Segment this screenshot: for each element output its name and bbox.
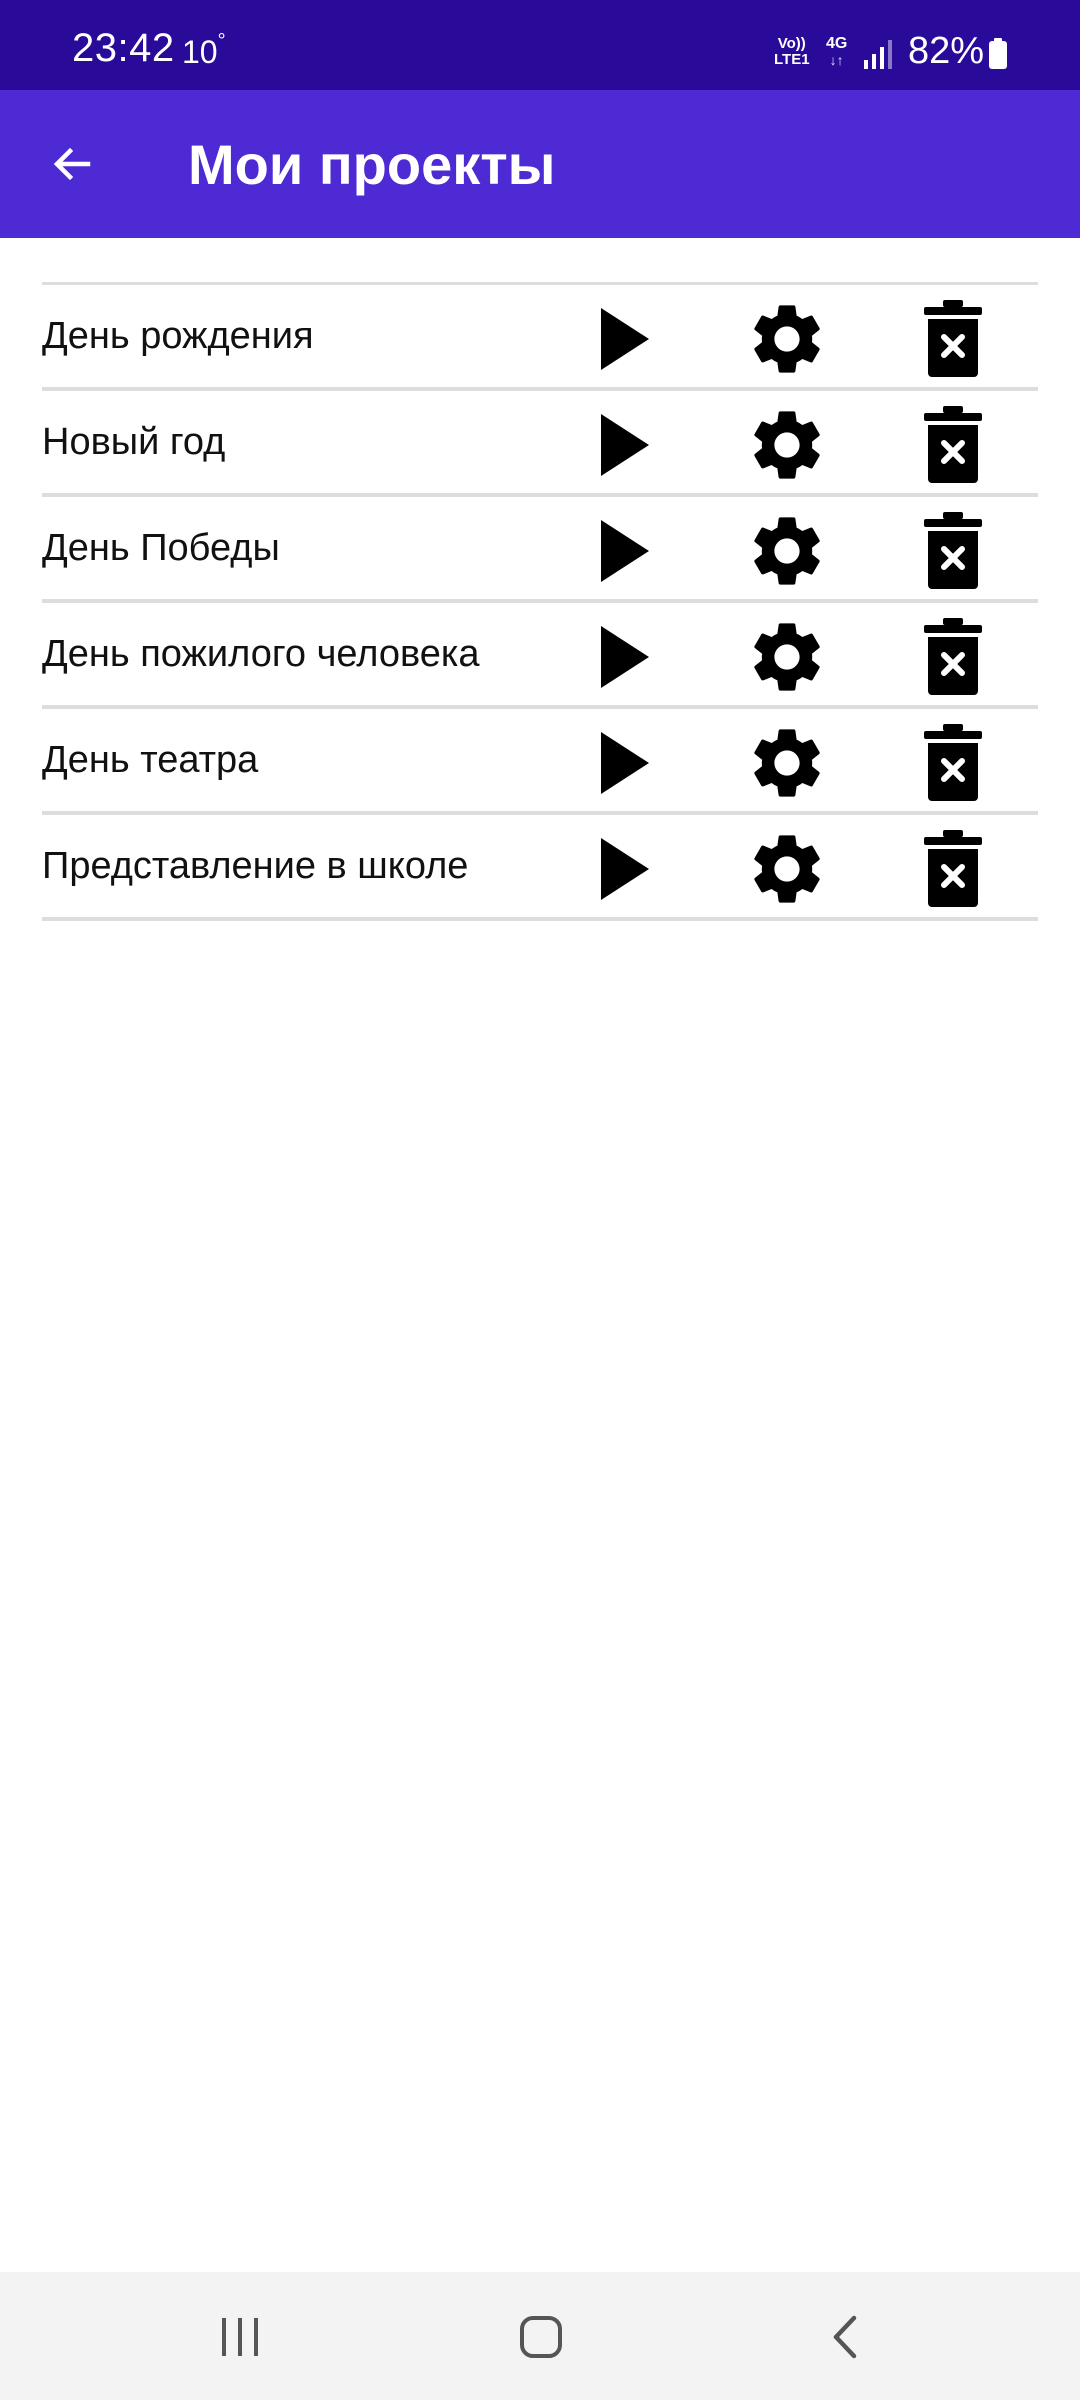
status-temperature: 10°	[182, 30, 226, 71]
list-item[interactable]: День рождения	[42, 285, 1038, 391]
delete-button[interactable]	[908, 615, 998, 699]
project-name: Новый год	[42, 421, 226, 463]
project-name: День рождения	[42, 315, 314, 357]
home-icon	[520, 2316, 562, 2358]
project-name: День театра	[42, 739, 259, 781]
gear-icon	[754, 623, 820, 691]
settings-button[interactable]	[742, 403, 832, 487]
volte-bottom-label: LTE1	[774, 51, 810, 68]
temperature-value: 10	[182, 34, 218, 70]
play-icon	[601, 732, 649, 794]
gear-icon	[754, 835, 820, 903]
back-icon	[833, 2315, 857, 2359]
play-icon	[601, 414, 649, 476]
gear-icon	[754, 517, 820, 585]
signal-strength-icon	[864, 40, 892, 69]
play-icon	[601, 520, 649, 582]
play-button[interactable]	[580, 403, 670, 487]
list-item[interactable]: Представление в школе	[42, 815, 1038, 921]
data-activity-arrows: ↓↑	[829, 52, 844, 68]
arrow-left-icon	[53, 147, 91, 181]
trash-delete-icon	[924, 618, 982, 695]
list-item[interactable]: День театра	[42, 709, 1038, 815]
trash-delete-icon	[924, 406, 982, 483]
settings-button[interactable]	[742, 297, 832, 381]
list-item[interactable]: Новый год	[42, 391, 1038, 497]
delete-button[interactable]	[908, 403, 998, 487]
settings-button[interactable]	[742, 721, 832, 805]
battery-icon	[989, 38, 1007, 69]
app-bar: Мои проекты	[0, 90, 1080, 238]
system-navigation-bar	[0, 2272, 1080, 2400]
status-bar: 23:42 10° Vo)) LTE1 4G ↓↑ 82%	[0, 0, 1080, 90]
delete-button[interactable]	[908, 827, 998, 911]
network-type-label: 4G	[826, 35, 848, 52]
recents-icon	[222, 2318, 258, 2356]
list-item[interactable]: День Победы	[42, 497, 1038, 603]
volte-indicator: Vo)) LTE1	[774, 36, 810, 68]
volte-top-label: Vo))	[777, 35, 806, 52]
project-name: День Победы	[42, 527, 280, 569]
page-title: Мои проекты	[188, 133, 556, 196]
delete-button[interactable]	[908, 509, 998, 593]
play-button[interactable]	[580, 721, 670, 805]
trash-delete-icon	[924, 512, 982, 589]
play-button[interactable]	[580, 297, 670, 381]
play-button[interactable]	[580, 827, 670, 911]
back-button[interactable]	[36, 128, 108, 200]
battery-percentage: 82%	[908, 30, 985, 72]
play-icon	[601, 308, 649, 370]
status-time: 23:42	[72, 26, 175, 70]
play-button[interactable]	[580, 615, 670, 699]
gear-icon	[754, 729, 820, 797]
system-back-button[interactable]	[800, 2302, 890, 2372]
settings-button[interactable]	[742, 615, 832, 699]
screen: 23:42 10° Vo)) LTE1 4G ↓↑ 82% Мои проект…	[0, 0, 1080, 2400]
degree-symbol: °	[217, 30, 226, 52]
delete-button[interactable]	[908, 721, 998, 805]
gear-icon	[754, 411, 820, 479]
list-item[interactable]: День пожилого человека	[42, 603, 1038, 709]
trash-delete-icon	[924, 724, 982, 801]
project-list: День рождения Новый год День Победы День…	[42, 282, 1038, 921]
trash-delete-icon	[924, 830, 982, 907]
recents-button[interactable]	[195, 2302, 285, 2372]
home-button[interactable]	[496, 2302, 586, 2372]
gear-icon	[754, 305, 820, 373]
settings-button[interactable]	[742, 509, 832, 593]
play-icon	[601, 626, 649, 688]
network-type-indicator: 4G ↓↑	[826, 35, 848, 69]
project-name: Представление в школе	[42, 845, 469, 887]
project-name: День пожилого человека	[42, 633, 480, 675]
delete-button[interactable]	[908, 297, 998, 381]
play-button[interactable]	[580, 509, 670, 593]
play-icon	[601, 838, 649, 900]
settings-button[interactable]	[742, 827, 832, 911]
trash-delete-icon	[924, 300, 982, 377]
